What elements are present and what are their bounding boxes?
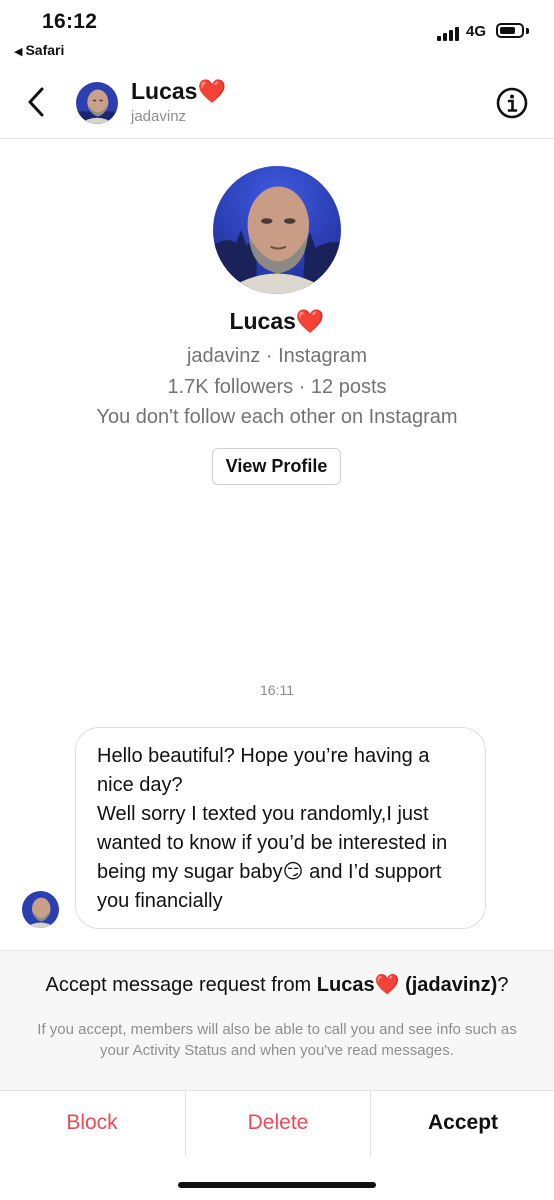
delete-button[interactable]: Delete (185, 1091, 370, 1157)
profile-name: Lucas❤️ (0, 308, 554, 335)
header-avatar[interactable] (76, 82, 118, 124)
message-request-question: Accept message request from Lucas❤️ (jad… (0, 972, 554, 997)
header-username: jadavinz (131, 108, 187, 125)
network-type: 4G (466, 23, 487, 40)
request-suffix: ? (497, 974, 509, 996)
header-divider (0, 138, 554, 139)
avatar-photo (76, 82, 118, 124)
back-to-safari-link[interactable]: ◀ Safari (14, 42, 64, 58)
message-bubble[interactable]: Hello beautiful? Hope you’re having a ni… (75, 727, 486, 929)
back-button[interactable] (24, 84, 54, 120)
smirk-emoji: 😏 (282, 861, 304, 883)
back-app-label: Safari (25, 42, 65, 58)
message-request-note: If you accept, members will also be able… (37, 1021, 517, 1059)
request-username: (jadavinz) (405, 974, 498, 996)
heart-emoji: ❤️ (374, 974, 400, 996)
message-timestamp: 16:11 (260, 682, 294, 698)
sender-avatar[interactable] (22, 891, 59, 928)
battery-icon (496, 23, 524, 38)
home-indicator[interactable] (178, 1182, 376, 1188)
request-prefix: Accept message request from (45, 974, 317, 996)
block-button[interactable]: Block (0, 1091, 184, 1157)
accept-button[interactable]: Accept (370, 1091, 554, 1157)
request-name: Lucas (316, 974, 375, 996)
profile-avatar[interactable] (213, 166, 341, 294)
status-time: 16:12 (42, 10, 98, 33)
heart-emoji: ❤️ (197, 78, 227, 104)
chevron-left-icon (28, 87, 44, 117)
profile-avatar-photo (213, 166, 341, 294)
profile-name-text: Lucas (229, 308, 296, 334)
profile-follow-status: You don't follow each other on Instagram (96, 406, 458, 428)
profile-stats-line: 1.7K followers · 12 posts (167, 376, 387, 398)
message-line: Hello beautiful? Hope you’re having a ni… (97, 745, 430, 796)
view-profile-button[interactable]: View Profile (212, 448, 341, 485)
cellular-signal-icon (437, 25, 461, 41)
message-line: Well sorry I texted you randomly,I just … (97, 800, 467, 916)
info-button[interactable] (495, 86, 529, 120)
header-name-text: Lucas (131, 78, 198, 104)
heart-emoji: ❤️ (295, 308, 325, 334)
profile-username-line: jadavinz · Instagram (186, 345, 368, 367)
battery-cap (526, 28, 529, 34)
header-contact-name[interactable]: Lucas❤️ (131, 78, 226, 105)
back-triangle-icon: ◀ (14, 46, 23, 58)
avatar-photo (22, 891, 59, 928)
info-icon (496, 87, 528, 119)
request-action-bar: Block Delete Accept (0, 1090, 554, 1157)
